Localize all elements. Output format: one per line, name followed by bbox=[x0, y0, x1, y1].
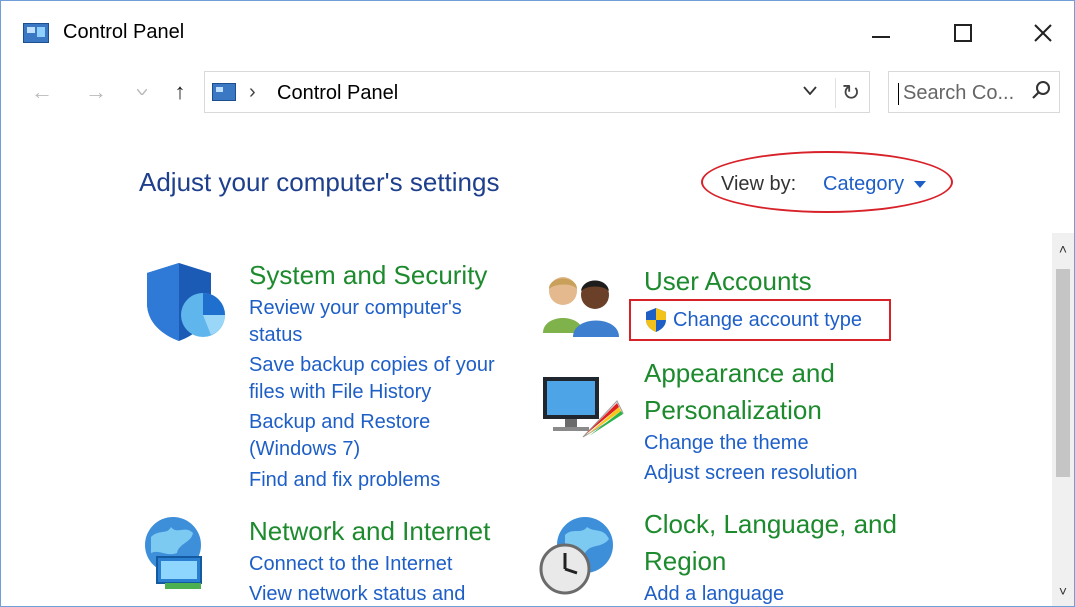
uac-shield-icon bbox=[646, 308, 666, 332]
control-panel-window: Control Panel ← → ↑ › Control Panel ↻ Se… bbox=[0, 0, 1075, 607]
title-bar: Control Panel bbox=[1, 1, 1074, 63]
link-connect-internet[interactable]: Connect to the Internet bbox=[249, 550, 452, 578]
link-review-status-line1[interactable]: Review your computer's bbox=[249, 294, 462, 322]
search-icon[interactable] bbox=[1031, 80, 1051, 106]
link-change-account-type[interactable]: Change account type bbox=[673, 306, 862, 334]
close-button[interactable] bbox=[1015, 9, 1071, 57]
shield-pie-icon bbox=[147, 263, 225, 341]
up-button[interactable]: ↑ bbox=[165, 77, 195, 107]
category-clock-line2[interactable]: Region bbox=[644, 543, 726, 579]
window-title: Control Panel bbox=[63, 21, 185, 43]
maximize-icon bbox=[954, 24, 972, 42]
view-by-label: View by: bbox=[721, 173, 797, 195]
view-by-value: Category bbox=[823, 173, 905, 195]
scroll-thumb[interactable] bbox=[1056, 269, 1070, 477]
address-bar[interactable]: › Control Panel ↻ bbox=[204, 71, 870, 113]
category-appearance-line2[interactable]: Personalization bbox=[644, 392, 822, 428]
view-by-dropdown[interactable]: Category bbox=[823, 173, 927, 196]
link-find-fix-problems[interactable]: Find and fix problems bbox=[249, 466, 440, 494]
refresh-button[interactable]: ↻ bbox=[835, 78, 866, 108]
chevron-down-icon bbox=[803, 86, 817, 96]
link-backup-restore-line1[interactable]: Backup and Restore bbox=[249, 408, 430, 436]
caret-down-icon bbox=[914, 181, 927, 189]
forward-button[interactable]: → bbox=[81, 77, 111, 107]
address-dropdown-button[interactable] bbox=[803, 82, 817, 100]
vertical-scrollbar[interactable]: ˄ ˅ bbox=[1052, 233, 1074, 606]
link-backup-restore-line2[interactable]: (Windows 7) bbox=[249, 435, 360, 463]
breadcrumb-separator[interactable]: › bbox=[249, 81, 256, 104]
recent-locations-button[interactable] bbox=[127, 77, 157, 107]
link-adjust-resolution[interactable]: Adjust screen resolution bbox=[644, 459, 857, 487]
link-review-status-line2[interactable]: status bbox=[249, 321, 302, 349]
back-button[interactable]: ← bbox=[27, 77, 57, 107]
category-system-and-security[interactable]: System and Security bbox=[249, 257, 487, 293]
close-icon bbox=[1034, 24, 1052, 42]
control-panel-icon bbox=[23, 23, 49, 43]
link-change-theme[interactable]: Change the theme bbox=[644, 429, 809, 457]
search-placeholder: Search Co... bbox=[897, 82, 1015, 105]
category-clock-line1[interactable]: Clock, Language, and bbox=[644, 506, 897, 542]
scroll-up-button[interactable]: ˄ bbox=[1052, 237, 1074, 261]
page-title: Adjust your computer's settings bbox=[139, 167, 500, 197]
maximize-button[interactable] bbox=[935, 9, 991, 57]
link-add-language[interactable]: Add a language bbox=[644, 580, 784, 606]
globe-network-icon bbox=[145, 517, 202, 589]
category-appearance-line1[interactable]: Appearance and bbox=[644, 355, 835, 391]
breadcrumb-control-panel[interactable]: Control Panel bbox=[277, 82, 398, 105]
category-user-accounts[interactable]: User Accounts bbox=[644, 263, 812, 299]
chevron-down-icon bbox=[137, 89, 147, 95]
link-file-history-line2[interactable]: files with File History bbox=[249, 378, 431, 406]
category-network-and-internet[interactable]: Network and Internet bbox=[249, 513, 490, 549]
users-icon bbox=[543, 277, 619, 337]
scroll-down-button[interactable]: ˅ bbox=[1052, 579, 1074, 603]
control-panel-icon bbox=[212, 83, 236, 101]
link-file-history-line1[interactable]: Save backup copies of your bbox=[249, 351, 495, 379]
link-view-network-status[interactable]: View network status and bbox=[249, 580, 465, 606]
minimize-icon bbox=[872, 36, 890, 38]
monitor-palette-icon bbox=[543, 377, 624, 438]
globe-clock-icon bbox=[539, 517, 613, 595]
search-input[interactable]: Search Co... bbox=[888, 71, 1060, 113]
minimize-button[interactable] bbox=[853, 9, 909, 57]
